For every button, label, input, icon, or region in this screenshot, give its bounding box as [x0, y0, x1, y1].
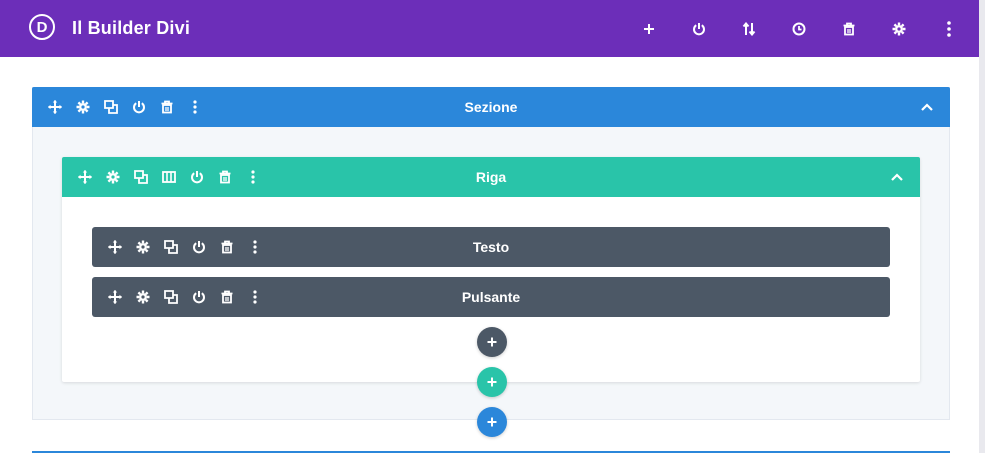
history-icon[interactable] — [787, 17, 811, 41]
chevron-up-icon[interactable] — [888, 168, 906, 186]
more-vertical-icon[interactable] — [246, 288, 264, 306]
row-toolbar — [76, 168, 272, 186]
duplicate-icon[interactable] — [132, 168, 150, 186]
more-vertical-icon[interactable] — [937, 17, 961, 41]
gear-icon[interactable] — [74, 98, 92, 116]
move-icon[interactable] — [106, 288, 124, 306]
trash-icon[interactable] — [837, 17, 861, 41]
power-icon[interactable] — [687, 17, 711, 41]
app-title: Il Builder Divi — [72, 18, 191, 38]
builder-topbar: D Il Builder Divi — [0, 0, 979, 57]
trash-icon[interactable] — [218, 238, 236, 256]
power-icon[interactable] — [188, 168, 206, 186]
power-icon[interactable] — [130, 98, 148, 116]
move-icon[interactable] — [46, 98, 64, 116]
section-header[interactable]: Sezione — [32, 87, 950, 127]
trash-icon[interactable] — [158, 98, 176, 116]
add-row-button[interactable] — [477, 367, 507, 397]
divi-logo: D — [29, 14, 55, 40]
duplicate-icon[interactable] — [102, 98, 120, 116]
gear-icon[interactable] — [104, 168, 122, 186]
add-module-button[interactable] — [477, 327, 507, 357]
module-toolbar — [106, 238, 274, 256]
module-text[interactable]: Testo — [92, 227, 890, 267]
move-icon[interactable] — [106, 238, 124, 256]
move-icon[interactable] — [76, 168, 94, 186]
gear-icon[interactable] — [887, 17, 911, 41]
add-section-button[interactable] — [477, 407, 507, 437]
duplicate-icon[interactable] — [162, 288, 180, 306]
power-icon[interactable] — [190, 238, 208, 256]
gear-icon[interactable] — [134, 288, 152, 306]
gear-icon[interactable] — [134, 238, 152, 256]
trash-icon[interactable] — [216, 168, 234, 186]
plus-icon[interactable] — [637, 17, 661, 41]
more-vertical-icon[interactable] — [244, 168, 262, 186]
trash-icon[interactable] — [218, 288, 236, 306]
plus-icon — [487, 337, 497, 347]
duplicate-icon[interactable] — [162, 238, 180, 256]
module-toolbar — [106, 288, 274, 306]
section-toolbar — [46, 98, 214, 116]
topbar-actions — [637, 17, 961, 41]
row-header[interactable]: Riga — [62, 157, 920, 197]
window-edge — [979, 0, 985, 453]
sort-icon[interactable] — [737, 17, 761, 41]
logo-letter: D — [36, 18, 48, 36]
more-vertical-icon[interactable] — [186, 98, 204, 116]
plus-icon — [487, 417, 497, 427]
columns-icon[interactable] — [160, 168, 178, 186]
more-vertical-icon[interactable] — [246, 238, 264, 256]
chevron-up-icon[interactable] — [918, 98, 936, 116]
plus-icon — [487, 377, 497, 387]
power-icon[interactable] — [190, 288, 208, 306]
module-button[interactable]: Pulsante — [92, 277, 890, 317]
